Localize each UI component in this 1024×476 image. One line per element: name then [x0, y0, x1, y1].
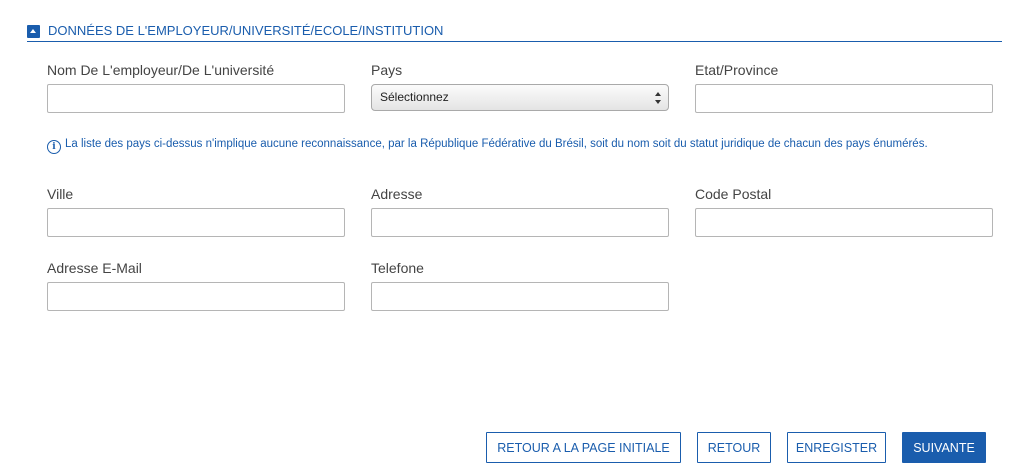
- state-field-group: Etat/Province: [695, 62, 993, 113]
- country-label: Pays: [371, 62, 403, 78]
- select-arrows-icon: [655, 92, 662, 104]
- chevron-up-icon[interactable]: [27, 25, 40, 38]
- phone-label: Telefone: [371, 260, 424, 276]
- email-label: Adresse E-Mail: [47, 260, 142, 276]
- email-input[interactable]: [47, 282, 345, 311]
- address-input[interactable]: [371, 208, 669, 237]
- country-notice: i La liste des pays ci-dessus n'implique …: [47, 135, 987, 154]
- phone-field-group: Telefone: [371, 260, 669, 311]
- postal-code-label: Code Postal: [695, 186, 772, 202]
- employer-name-label: Nom De L'employeur/De L'université: [47, 62, 275, 78]
- section-title: DONNÉES DE L'EMPLOYEUR/UNIVERSITÉ/ECOLE/…: [48, 23, 444, 38]
- address-field-group: Adresse: [371, 186, 669, 237]
- city-input[interactable]: [47, 208, 345, 237]
- address-label: Adresse: [371, 186, 423, 202]
- email-field-group: Adresse E-Mail: [47, 260, 345, 311]
- employer-name-field-group: Nom De L'employeur/De L'université: [47, 62, 345, 113]
- back-button[interactable]: RETOUR: [697, 432, 771, 463]
- save-button[interactable]: ENREGISTER: [787, 432, 886, 463]
- postal-code-field-group: Code Postal: [695, 186, 993, 237]
- state-label: Etat/Province: [695, 62, 779, 78]
- country-select[interactable]: Sélectionnez: [371, 84, 669, 111]
- next-button[interactable]: SUIVANTE: [902, 432, 986, 463]
- city-label: Ville: [47, 186, 74, 202]
- country-select-value: Sélectionnez: [380, 90, 449, 104]
- state-input[interactable]: [695, 84, 993, 113]
- home-page-button[interactable]: RETOUR A LA PAGE INITIALE: [486, 432, 681, 463]
- info-icon: i: [47, 140, 61, 154]
- employer-name-input[interactable]: [47, 84, 345, 113]
- city-field-group: Ville: [47, 186, 345, 237]
- postal-code-input[interactable]: [695, 208, 993, 237]
- notice-text: La liste des pays ci-dessus n'implique a…: [65, 138, 928, 150]
- phone-input[interactable]: [371, 282, 669, 311]
- country-field-group: Pays Sélectionnez: [371, 62, 669, 111]
- section-header: DONNÉES DE L'EMPLOYEUR/UNIVERSITÉ/ECOLE/…: [27, 22, 1002, 42]
